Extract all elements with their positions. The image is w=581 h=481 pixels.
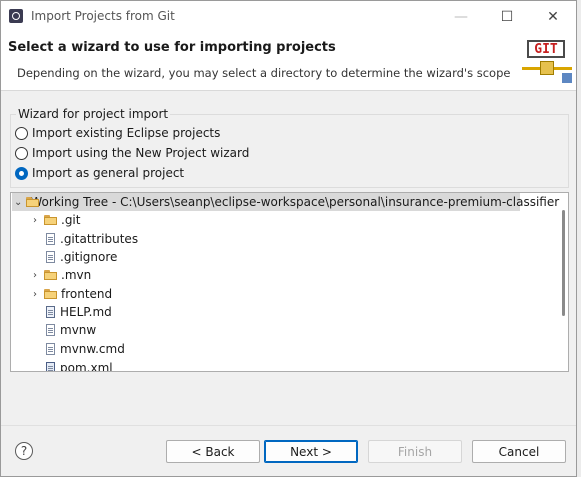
tree-item-help-md[interactable]: HELP.md: [42, 303, 112, 321]
footer-separator: [1, 425, 576, 426]
radio-import-general-project[interactable]: Import as general project: [15, 164, 184, 182]
tree-item-git[interactable]: › .git: [30, 211, 80, 229]
radio-import-existing[interactable]: Import existing Eclipse projects: [15, 124, 220, 142]
minimize-button[interactable]: —: [438, 1, 484, 32]
tree-item-label: frontend: [61, 287, 113, 301]
xml-file-icon: [46, 362, 55, 371]
maximize-button[interactable]: ☐: [484, 1, 530, 32]
cancel-button[interactable]: Cancel: [472, 440, 566, 463]
radio-button-icon[interactable]: [15, 126, 28, 140]
git-logo-box: [540, 61, 554, 75]
eclipse-app-icon: [9, 9, 23, 23]
tree-item-label: .gitattributes: [60, 232, 139, 246]
tree-item-label: pom.xml: [60, 361, 113, 372]
file-icon: [46, 251, 55, 263]
git-logo-text: GIT: [527, 40, 565, 58]
tree-item-gitattributes[interactable]: .gitattributes: [42, 230, 138, 248]
radio-button-icon[interactable]: [15, 146, 28, 160]
folder-icon: [44, 215, 57, 225]
radio-label: Import using the New Project wizard: [32, 146, 250, 160]
git-logo-icon: GIT: [522, 37, 572, 83]
wizard-header: Select a wizard to use for importing pro…: [1, 32, 576, 91]
markdown-file-icon: [46, 306, 55, 318]
tree-item-pom-xml[interactable]: pom.xml: [42, 359, 113, 372]
tree-item-mvnw-cmd[interactable]: mvnw.cmd: [42, 340, 125, 358]
file-icon: [46, 233, 55, 245]
tree-item-label: Working Tree - C:\Users\seanp\eclipse-wo…: [30, 195, 560, 209]
radio-label: Import existing Eclipse projects: [32, 126, 221, 140]
tree-scrollbar[interactable]: [562, 210, 565, 316]
tree-item-label: mvnw.cmd: [60, 342, 125, 356]
tree-item-label: mvnw: [60, 323, 97, 337]
chevron-right-icon[interactable]: ›: [30, 215, 40, 226]
window-title: Import Projects from Git: [31, 9, 175, 23]
chevron-right-icon[interactable]: ›: [30, 270, 40, 281]
tree-item-frontend[interactable]: › frontend: [30, 285, 112, 303]
title-bar: Import Projects from Git — ☐ ✕: [1, 1, 576, 32]
background-window-edge: [577, 0, 581, 481]
tree-root-working-tree[interactable]: ⌄ Working Tree - C:\Users\seanp\eclipse-…: [12, 193, 559, 211]
radio-label: Import as general project: [32, 166, 185, 180]
import-dialog: Import Projects from Git — ☐ ✕ Select a …: [0, 0, 577, 477]
tree-item-mvn[interactable]: › .mvn: [30, 266, 91, 284]
wizard-title: Select a wizard to use for importing pro…: [8, 40, 336, 55]
next-button[interactable]: Next >: [264, 440, 358, 463]
folder-icon: [44, 270, 57, 280]
help-icon[interactable]: ?: [15, 442, 33, 460]
tree-item-label: .git: [61, 213, 81, 227]
tree-item-label: .gitignore: [60, 250, 118, 264]
file-icon: [46, 324, 55, 336]
chevron-down-icon[interactable]: ⌄: [14, 197, 22, 208]
tree-item-label: HELP.md: [60, 305, 112, 319]
wizard-group-label: Wizard for project import: [16, 107, 171, 121]
tree-item-label: .mvn: [61, 268, 92, 282]
file-icon: [46, 343, 55, 355]
wizard-description: Depending on the wizard, you may select …: [17, 66, 511, 80]
back-button[interactable]: < Back: [166, 440, 260, 463]
finish-button[interactable]: Finish: [368, 440, 462, 463]
background-below-dialog: [0, 477, 581, 481]
git-logo-corner: [562, 73, 572, 83]
radio-import-new-project-wizard[interactable]: Import using the New Project wizard: [15, 144, 249, 162]
close-button[interactable]: ✕: [530, 1, 576, 32]
chevron-right-icon[interactable]: ›: [30, 289, 40, 300]
radio-button-checked-icon[interactable]: [15, 166, 28, 180]
tree-item-gitignore[interactable]: .gitignore: [42, 248, 117, 266]
folder-icon: [44, 289, 57, 299]
tree-item-mvnw[interactable]: mvnw: [42, 321, 96, 339]
project-tree[interactable]: ⌄ Working Tree - C:\Users\seanp\eclipse-…: [10, 192, 569, 372]
